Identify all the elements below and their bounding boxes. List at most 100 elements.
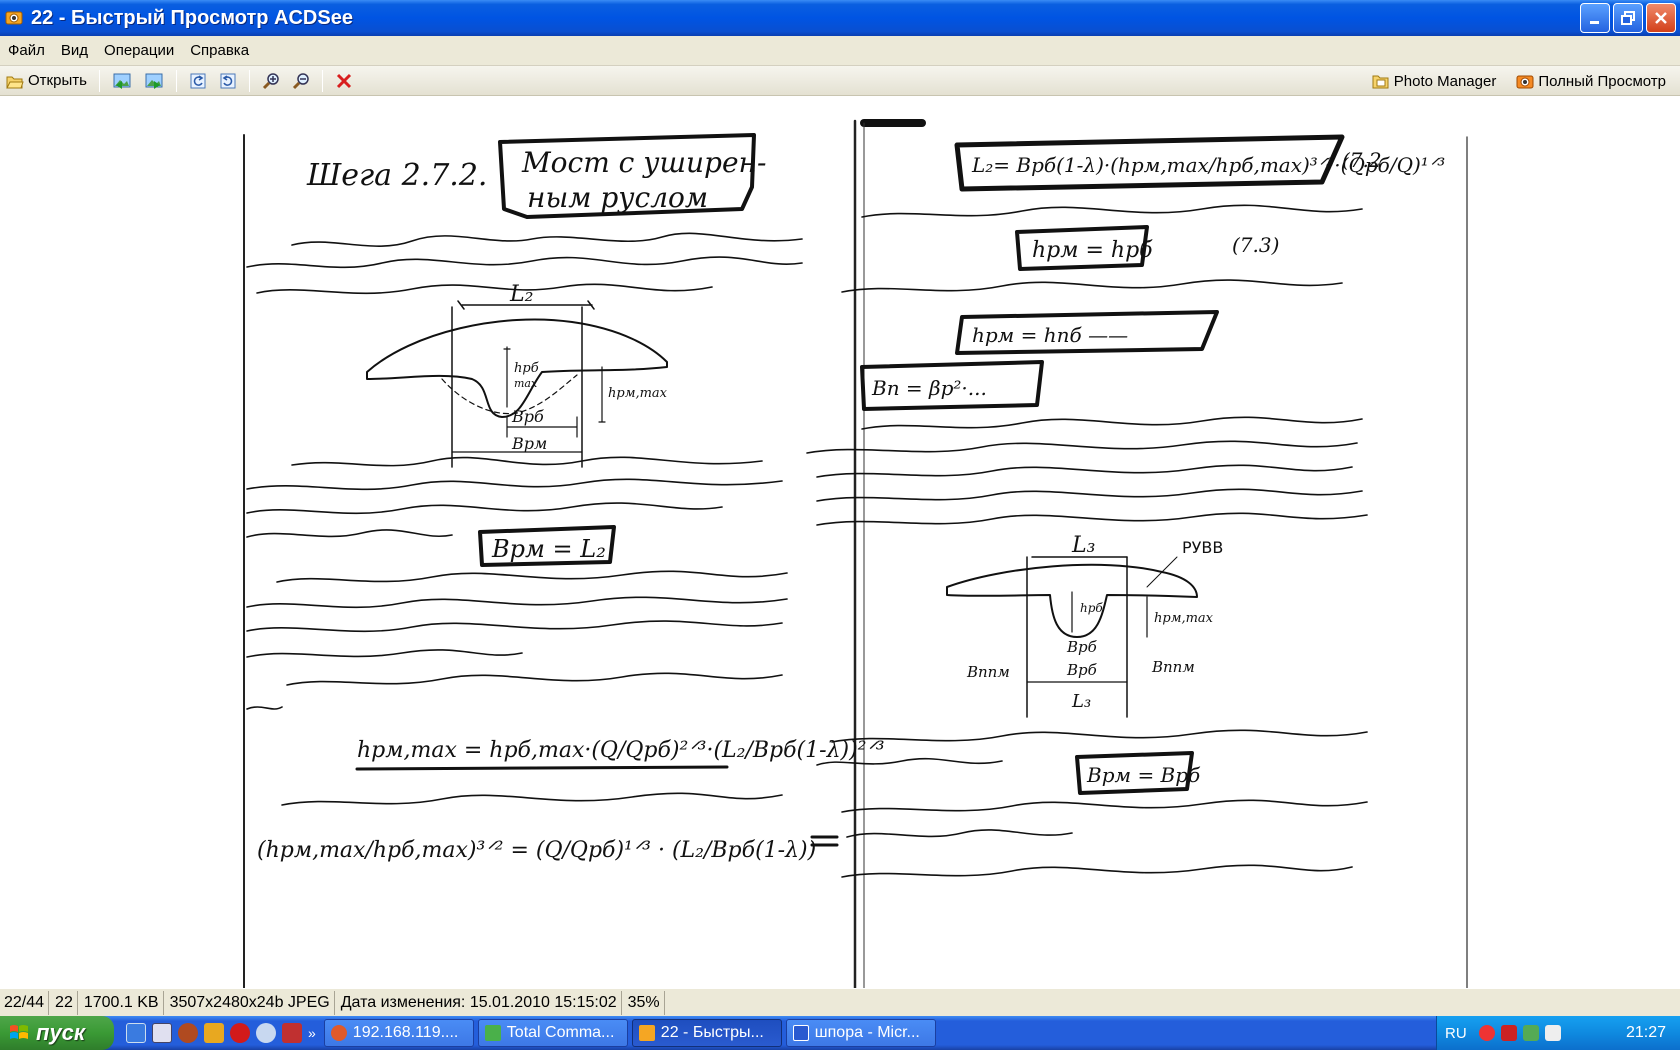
clock: 21:27	[1625, 1024, 1666, 1041]
rotate-right-button[interactable]	[215, 68, 241, 94]
svg-text:ным руслом: ным руслом	[527, 181, 708, 214]
menu-operations[interactable]: Операции	[96, 42, 182, 59]
ruvv-label: РУВВ	[1182, 538, 1223, 557]
previous-image-button[interactable]	[108, 68, 136, 94]
left-heading-number: Шeгa 2.7.2.	[306, 158, 487, 193]
taskbar-task-browser[interactable]: 192.168.119....	[323, 1019, 474, 1047]
close-icon	[1655, 12, 1667, 24]
acdsee-app-icon	[5, 11, 23, 25]
rotate-left-icon	[190, 73, 206, 88]
delete-x-icon	[336, 73, 351, 88]
menu-view[interactable]: Вид	[53, 42, 96, 59]
quick-launch-explorer-icon[interactable]	[126, 1023, 146, 1043]
windows-flag-icon	[10, 1025, 28, 1039]
task-label: 22 - Быстры...	[660, 1024, 764, 1041]
photo-manager-folder-icon	[1372, 75, 1389, 89]
handwritten-notes-image: Шeгa 2.7.2. Мост с уширен- ным руслом L₂…	[243, 119, 1468, 988]
task-label: Total Comma...	[506, 1024, 615, 1041]
photo-manager-button[interactable]: Photo Manager	[1368, 68, 1501, 94]
toolbar-separator	[321, 69, 323, 92]
full-view-button[interactable]: Полный Просмотр	[1512, 68, 1670, 94]
taskbar-task-total-commander[interactable]: Total Comma...	[477, 1019, 628, 1047]
title-bar: 22 - Быстрый Просмотр ACDSee	[0, 0, 1680, 36]
full-view-label: Полный Просмотр	[1538, 72, 1666, 90]
total-commander-icon	[484, 1025, 501, 1041]
svg-text:(hрм,max/hрб,max)³ᐟ² = (Q/Qрб): (hрм,max/hрб,max)³ᐟ² = (Q/Qрб)¹ᐟ³ · (L₂/…	[257, 838, 816, 863]
svg-text:Bрм = Bрб: Bрм = Bрб	[1086, 763, 1201, 787]
svg-text:Bрм: Bрм	[511, 434, 547, 453]
browser-icon	[330, 1025, 347, 1041]
taskbar-task-word[interactable]: шпора - Micr...	[785, 1019, 936, 1047]
status-bar: 22/44 22 1700.1 KB 3507x2480x24b JPEG Да…	[0, 988, 1680, 1016]
status-format: 3507x2480x24b JPEG	[166, 990, 335, 1015]
minimize-icon	[1590, 21, 1599, 24]
status-modified-date: Дата изменения: 15.01.2010 15:15:02	[337, 990, 622, 1015]
svg-text:max: max	[514, 377, 538, 390]
svg-text:hрм = hпб ——: hрм = hпб ——	[972, 323, 1128, 347]
svg-text:Bппм: Bппм	[1151, 658, 1195, 676]
menu-file[interactable]: Файл	[0, 42, 53, 59]
status-index: 22	[51, 990, 78, 1015]
next-image-button[interactable]	[140, 68, 168, 94]
toolbar-separator	[248, 69, 250, 92]
zoom-out-button[interactable]	[288, 68, 314, 94]
open-folder-icon	[6, 76, 24, 88]
close-button[interactable]	[1646, 3, 1676, 33]
svg-text:hрб: hрб	[514, 361, 539, 376]
svg-text:Bрб: Bрб	[1066, 638, 1098, 656]
tray-security-icon[interactable]	[1478, 1025, 1495, 1041]
rotate-left-button[interactable]	[185, 68, 211, 94]
status-filesize: 1700.1 KB	[80, 990, 164, 1015]
rotate-right-icon	[220, 73, 236, 88]
task-label: шпора - Micr...	[814, 1024, 920, 1041]
word-document-icon	[792, 1025, 809, 1041]
svg-text:Bрб: Bрб	[1066, 661, 1098, 679]
full-view-camera-icon	[1516, 75, 1534, 89]
taskbar: пуск » 192.168.119.... Total Comma... 22…	[0, 1016, 1680, 1050]
task-label: 192.168.119....	[352, 1024, 459, 1041]
quick-launch-opera-icon[interactable]	[230, 1023, 250, 1043]
start-label: пуск	[36, 1020, 86, 1045]
zoom-out-icon	[292, 72, 309, 89]
menu-help[interactable]: Справка	[182, 42, 257, 59]
svg-text:(7.2: (7.2	[1342, 148, 1382, 172]
svg-text:hрм = hрб: hрм = hрб	[1032, 238, 1153, 263]
toolbar: Открыть Photo Manager Полный Просмотр	[0, 66, 1680, 96]
tray-antivirus-icon[interactable]	[1500, 1025, 1517, 1041]
quick-launch-media-icon[interactable]	[178, 1023, 198, 1043]
svg-text:L₂: L₂	[509, 282, 533, 307]
svg-text:hрб: hрб	[1080, 601, 1103, 615]
quick-launch-tool-icon[interactable]	[204, 1023, 224, 1043]
svg-text:L₃: L₃	[1071, 533, 1095, 558]
menu-bar: Файл Вид Операции Справка	[0, 36, 1680, 66]
minimize-button[interactable]	[1580, 3, 1610, 33]
delete-button[interactable]	[331, 68, 357, 94]
toolbar-separator	[98, 69, 100, 92]
svg-text:Bппм: Bппм	[966, 663, 1010, 681]
acdsee-camera-icon	[638, 1025, 655, 1041]
svg-text:(7.3): (7.3)	[1232, 233, 1279, 257]
svg-text:L₃: L₃	[1071, 691, 1091, 712]
svg-text:hрм,max: hрм,max	[608, 386, 668, 401]
scanned-document-page: Шeгa 2.7.2. Мост с уширен- ным руслом L₂…	[242, 117, 1470, 988]
svg-text:Bрб: Bрб	[511, 407, 544, 426]
status-zoom: 35%	[624, 990, 665, 1015]
maximize-button[interactable]	[1613, 3, 1643, 33]
zoom-in-button[interactable]	[258, 68, 284, 94]
quick-launch-save-icon[interactable]	[152, 1023, 172, 1043]
quick-launch-cloud-icon[interactable]	[256, 1023, 276, 1043]
quick-launch: »	[126, 1023, 316, 1043]
tray-check-icon[interactable]	[1522, 1025, 1539, 1041]
taskbar-task-acdsee[interactable]: 22 - Быстры...	[631, 1019, 782, 1047]
quick-launch-more-chevron-icon[interactable]: »	[308, 1025, 316, 1041]
start-button[interactable]: пуск	[0, 1016, 114, 1050]
tray-pen-icon[interactable]	[1544, 1025, 1561, 1041]
language-indicator[interactable]: RU	[1445, 1025, 1467, 1042]
svg-text:Bп = βр²·...: Bп = βр²·...	[871, 376, 987, 400]
restore-icon	[1621, 11, 1635, 25]
svg-text:Мост с уширен-: Мост с уширен-	[521, 146, 766, 179]
open-button[interactable]: Открыть	[2, 68, 91, 94]
quick-launch-app-icon[interactable]	[282, 1023, 302, 1043]
image-viewer[interactable]: Шeгa 2.7.2. Мост с уширен- ным руслом L₂…	[0, 97, 1680, 988]
open-label: Открыть	[28, 72, 87, 89]
